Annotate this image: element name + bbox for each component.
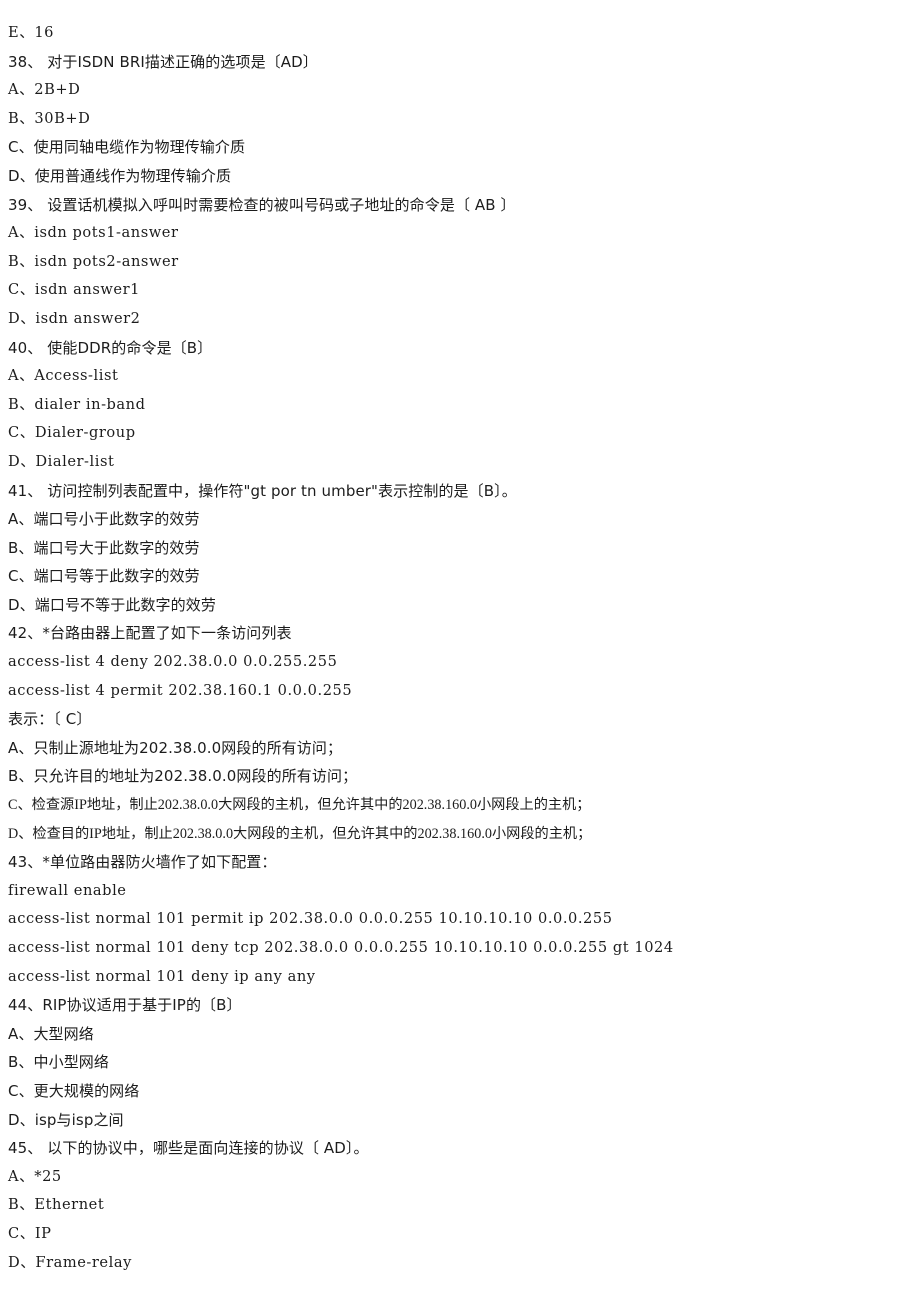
document-line: D、isdn answer2 [8, 309, 141, 327]
document-line: D、Frame-relay [8, 1253, 132, 1271]
document-line: 45、 以下的协议中，哪些是面向连接的协议〔 AD〕。 [8, 1139, 369, 1158]
document-line: access-list normal 101 deny ip any any [8, 967, 316, 985]
document-line: C、端口号等于此数字的效劳 [8, 567, 200, 586]
document-line: D、Dialer-list [8, 452, 115, 470]
document-line: 43、*单位路由器防火墙作了如下配置： [8, 853, 277, 872]
document-line: 38、 对于ISDN BRI描述正确的选项是〔AD〕 [8, 52, 318, 71]
document-line: firewall enable [8, 881, 127, 899]
document-line: C、使用同轴电缆作为物理传输介质 [8, 138, 246, 157]
document-line: D、端口号不等于此数字的效劳 [8, 595, 216, 614]
document-line: C、检查源IP地址，制止202.38.0.0大网段的主机，但允许其中的202.3… [8, 797, 591, 814]
document-line: A、只制止源地址为202.38.0.0网段的所有访问； [8, 738, 343, 757]
document-line: 44、RIP协议适用于基于IP的〔B〕 [8, 996, 242, 1015]
document-line: A、*25 [8, 1167, 62, 1185]
document-line: access-list normal 101 permit ip 202.38.… [8, 910, 613, 928]
document-line: 表示：〔 C〕 [8, 710, 92, 729]
document-line: 42、*台路由器上配置了如下一条访问列表 [8, 624, 292, 643]
document-line: 40、 使能DDR的命令是〔B〕 [8, 338, 213, 357]
document-line: access-list 4 deny 202.38.0.0 0.0.255.25… [8, 653, 338, 671]
document-line: A、大型网络 [8, 1024, 94, 1043]
document-line: C、更大规模的网络 [8, 1081, 140, 1100]
document-line: B、isdn pots2-answer [8, 252, 179, 270]
document-line: B、30B+D [8, 109, 91, 127]
document-line: D、检查目的IP地址，制止202.38.0.0大网段的主机，但允许其中的202.… [8, 825, 592, 842]
document-text-body: E、16 38、 对于ISDN BRI描述正确的选项是〔AD〕 A、2B+D B、30… [8, 19, 912, 1277]
document-line: B、端口号大于此数字的效劳 [8, 538, 200, 557]
document-line: access-list 4 permit 202.38.160.1 0.0.0.… [8, 681, 353, 699]
document-line: B、dialer in-band [8, 395, 146, 413]
document-line: A、isdn pots1-answer [8, 224, 179, 242]
document-line: D、isp与isp之间 [8, 1110, 124, 1129]
document-page: E、16 38、 对于ISDN BRI描述正确的选项是〔AD〕 A、2B+D B、30… [0, 0, 920, 1301]
document-line: B、中小型网络 [8, 1053, 109, 1072]
document-line: B、只允许目的地址为202.38.0.0网段的所有访问； [8, 767, 358, 786]
document-line: C、IP [8, 1224, 52, 1242]
document-line: D、使用普通线作为物理传输介质 [8, 166, 232, 185]
document-line: B、Ethernet [8, 1196, 105, 1214]
document-line: C、Dialer-group [8, 424, 136, 442]
document-line: A、端口号小于此数字的效劳 [8, 510, 200, 529]
document-line: E、16 [8, 24, 55, 41]
document-line: 41、 访问控制列表配置中，操作符"gt por tn umber"表示控制的是… [8, 481, 517, 500]
document-line: access-list normal 101 deny tcp 202.38.0… [8, 939, 674, 956]
document-line: 39、 设置话机模拟入呼叫时需要检查的被叫号码或子地址的命令是〔 AB 〕 [8, 195, 516, 214]
document-line: A、2B+D [8, 81, 81, 99]
document-line: A、Access-list [8, 367, 119, 385]
document-line: C、isdn answer1 [8, 281, 140, 299]
